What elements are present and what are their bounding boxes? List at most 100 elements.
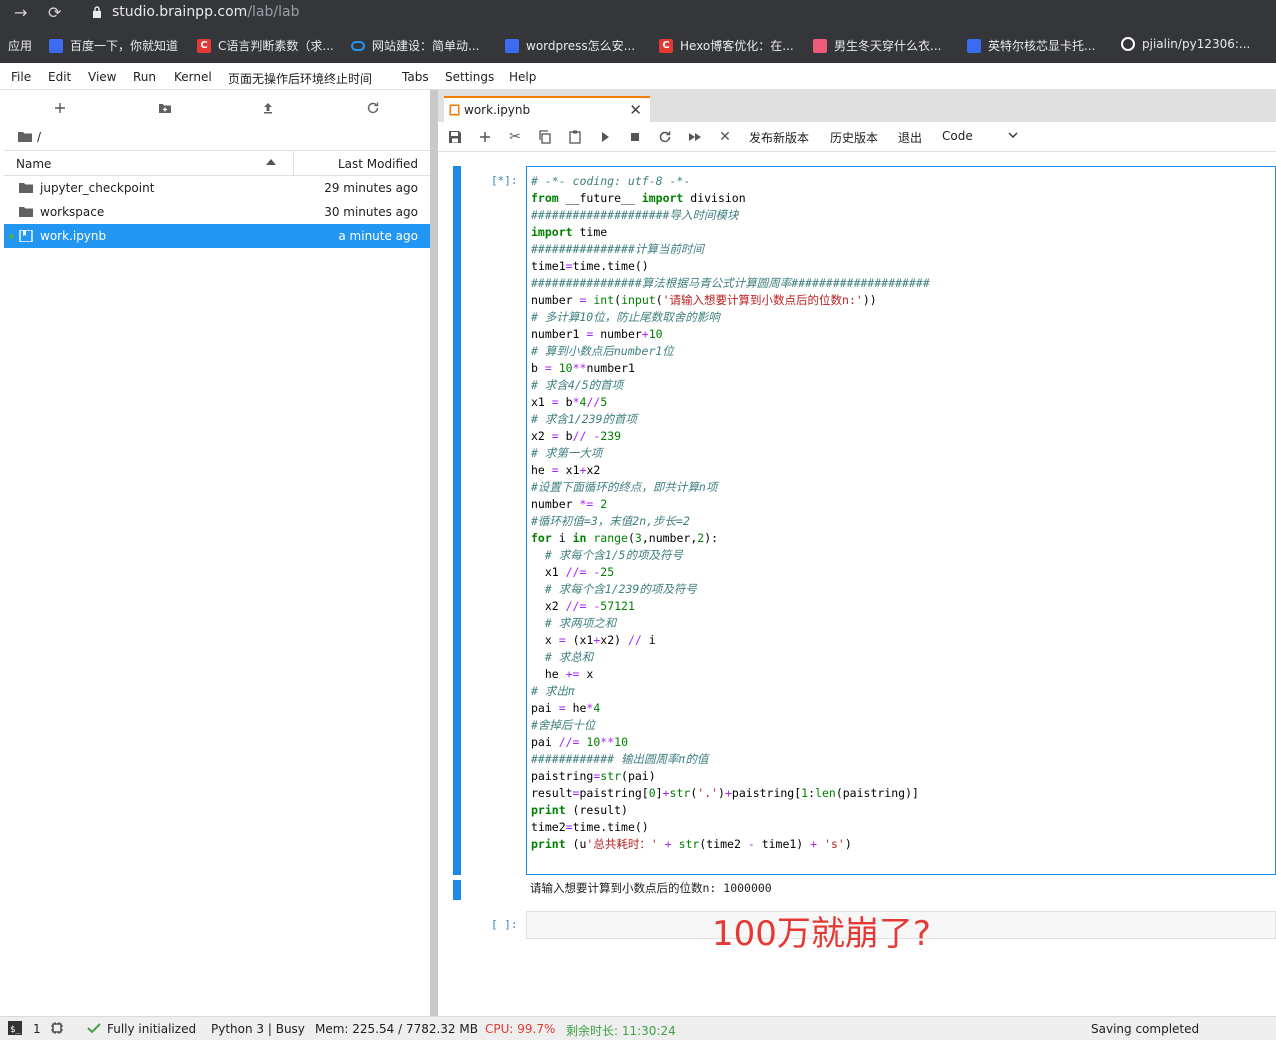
- bookmark-item[interactable]: 男生冬天穿什么衣...: [813, 37, 941, 54]
- bookmark-label: 男生冬天穿什么衣...: [834, 39, 942, 53]
- saving-status: Saving completed: [1091, 1022, 1200, 1036]
- cloud-icon: [351, 40, 365, 51]
- code-cell-editor[interactable]: # -*- coding: utf-8 -*- from __future__ …: [526, 166, 1276, 875]
- tab-bar: work.ipynb ✕: [438, 90, 1276, 122]
- running-indicator: [9, 234, 14, 239]
- bookmark-item[interactable]: pjialin/py12306:...: [1121, 37, 1250, 51]
- red-annotation-text: 100万就崩了?: [712, 914, 931, 954]
- panel-splitter[interactable]: [430, 90, 438, 1016]
- bookmark-item[interactable]: 百度一下，你就知道: [49, 37, 178, 54]
- notebook-toolbar: ✂ ✕ 发布新版本 历史版本 退出 Code: [438, 122, 1276, 152]
- restart-kernel-icon[interactable]: [657, 129, 673, 145]
- bookmark-label: pjialin/py12306:...: [1142, 37, 1251, 51]
- run-play-icon[interactable]: [597, 129, 613, 145]
- main-menu-bar: File Edit View Run Kernel 页面无操作后环境终止时间 Tabs Set…: [0, 63, 1276, 90]
- column-separator[interactable]: [293, 151, 294, 175]
- save-icon[interactable]: [447, 129, 463, 145]
- folder-icon: [19, 207, 33, 217]
- menu-item[interactable]: Settings: [445, 70, 494, 84]
- lock-icon: [93, 6, 101, 18]
- refresh-icon[interactable]: [365, 100, 381, 116]
- file-row-workspace[interactable]: workspace 30 minutes ago: [4, 200, 430, 224]
- menu-item[interactable]: Run: [133, 70, 156, 84]
- cell-collapser[interactable]: [453, 166, 461, 875]
- paste-clipboard-icon[interactable]: [567, 129, 583, 145]
- bookmark-item[interactable]: wordpress怎么安...: [505, 37, 635, 54]
- bookmark-label: 应用: [8, 39, 33, 53]
- bookmark-label: wordpress怎么安...: [526, 39, 636, 53]
- file-modified: a minute ago: [338, 229, 418, 243]
- init-status[interactable]: Fully initialized: [107, 1022, 196, 1036]
- file-row-work-ipynb[interactable]: work.ipynb a minute ago: [4, 224, 430, 248]
- bookmark-label: Hexo博客优化：在...: [680, 39, 794, 53]
- fast-forward-icon[interactable]: [687, 129, 703, 145]
- clear-x-icon[interactable]: ✕: [717, 129, 733, 145]
- menu-item[interactable]: Edit: [48, 70, 71, 84]
- bookmark-item[interactable]: 网站建设：简单动...: [351, 37, 479, 54]
- folder-icon: [19, 183, 33, 193]
- folder-icon: [18, 132, 32, 142]
- kernel-chip-icon[interactable]: [50, 1021, 64, 1038]
- bookmarks-bar: 应用 百度一下，你就知道 C C语言判断素数（求... 网站建设：简单动... wordp…: [0, 26, 1276, 63]
- cell-type-select[interactable]: Code: [942, 129, 973, 143]
- new-folder-icon[interactable]: [157, 100, 173, 116]
- file-browser: / Name Last Modified jupyter_checkpoint …: [0, 90, 430, 1016]
- address-bar[interactable]: studio.brainpp.com/lab/lab: [112, 4, 299, 20]
- check-icon: [86, 1021, 102, 1038]
- file-modified: 30 minutes ago: [324, 205, 418, 219]
- menu-item[interactable]: Kernel: [174, 70, 212, 84]
- history-button[interactable]: 历史版本: [830, 129, 878, 146]
- close-icon[interactable]: ✕: [629, 101, 642, 119]
- code-content[interactable]: # -*- coding: utf-8 -*- from __future__ …: [531, 173, 930, 853]
- file-name: workspace: [40, 205, 105, 219]
- notebook-tab-icon: [449, 104, 460, 116]
- output-collapser[interactable]: [453, 880, 461, 900]
- bookmark-item[interactable]: 应用: [8, 37, 32, 54]
- breadcrumb[interactable]: /: [18, 130, 41, 144]
- menu-item[interactable]: Tabs: [402, 70, 429, 84]
- pencil-icon: [813, 38, 827, 53]
- kernel-status[interactable]: Python 3 | Busy: [211, 1022, 305, 1036]
- tab-label: work.ipynb: [464, 103, 531, 117]
- upload-icon[interactable]: [260, 100, 276, 116]
- cut-scissors-icon[interactable]: ✂: [507, 129, 523, 145]
- baidu-paw-icon: [505, 38, 519, 53]
- cell-input-prompt: [*]:: [491, 174, 518, 187]
- sort-ascending-icon[interactable]: [266, 159, 276, 165]
- column-name[interactable]: Name: [16, 157, 51, 171]
- menu-item[interactable]: File: [11, 70, 31, 84]
- file-list-header: Name Last Modified: [4, 150, 430, 176]
- file-row-jupyter-checkpoint[interactable]: jupyter_checkpoint 29 minutes ago: [4, 176, 430, 200]
- chevron-down-icon[interactable]: [1008, 131, 1018, 139]
- reload-icon[interactable]: ⟳: [48, 3, 61, 22]
- github-icon: [1121, 37, 1135, 51]
- file-name: jupyter_checkpoint: [40, 181, 155, 195]
- cpu-usage: CPU: 99.7%: [485, 1022, 556, 1036]
- cell-output-stdin: 请输入想要计算到小数点后的位数n: 1000000: [530, 881, 772, 895]
- column-last-modified[interactable]: Last Modified: [338, 157, 418, 171]
- exit-button[interactable]: 退出: [898, 129, 922, 146]
- copy-icon[interactable]: [537, 129, 553, 145]
- tab-work-ipynb[interactable]: work.ipynb ✕: [444, 96, 650, 122]
- bookmark-label: 百度一下，你就知道: [70, 39, 179, 53]
- csdn-c-icon: C: [659, 38, 673, 53]
- menu-item[interactable]: 页面无操作后环境终止时间: [228, 70, 372, 87]
- terminal-count: 1: [33, 1022, 41, 1036]
- bookmark-item[interactable]: 英特尔核芯显卡托...: [967, 37, 1095, 54]
- bookmark-label: C语言判断素数（求...: [218, 39, 334, 53]
- new-launcher-plus-icon[interactable]: [52, 100, 68, 116]
- terminal-icon[interactable]: $_: [8, 1021, 22, 1038]
- svg-text:$_: $_: [10, 1025, 21, 1035]
- forward-arrow-icon[interactable]: →: [14, 3, 27, 22]
- publish-button[interactable]: 发布新版本: [749, 129, 809, 146]
- stop-square-icon[interactable]: [627, 129, 643, 145]
- baidu-paw-icon: [49, 38, 63, 53]
- insert-cell-plus-icon[interactable]: [477, 129, 493, 145]
- bookmark-label: 英特尔核芯显卡托...: [988, 39, 1096, 53]
- breadcrumb-path: /: [37, 130, 42, 144]
- menu-item[interactable]: View: [88, 70, 116, 84]
- bookmark-item[interactable]: C C语言判断素数（求...: [197, 37, 334, 54]
- menu-item[interactable]: Help: [509, 70, 536, 84]
- status-bar: $_ 1 Fully initialized Python 3 | Busy M…: [0, 1016, 1276, 1040]
- bookmark-item[interactable]: C Hexo博客优化：在...: [659, 37, 794, 54]
